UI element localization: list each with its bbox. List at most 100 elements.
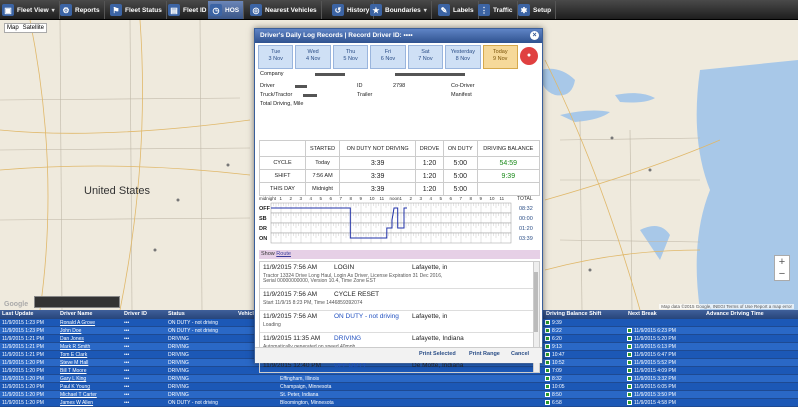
map-type-map[interactable]: Map bbox=[7, 25, 19, 31]
col-driver-name[interactable]: Driver Name bbox=[60, 311, 92, 317]
cell-name[interactable]: Paul K Young bbox=[60, 384, 90, 390]
cell-time: 11/9/2015 1:20 PM bbox=[2, 376, 44, 382]
cell-name[interactable]: Dan Jones bbox=[60, 336, 84, 342]
table-row[interactable]: 11/9/2015 1:20 PM Paul K Young ••• DRIVING C… bbox=[0, 383, 798, 391]
cell-time: 11/9/2015 1:21 PM bbox=[2, 336, 44, 342]
cell-name[interactable]: Bill T Moore bbox=[60, 368, 87, 374]
toolbar-hos-button[interactable]: ◷ HOS bbox=[208, 1, 245, 19]
status-indicator-icon bbox=[545, 400, 550, 405]
toolbar-reports-button[interactable]: ⚙ Reports bbox=[58, 1, 105, 19]
cell-brk: 11/9/2015 4:09 PM bbox=[634, 368, 676, 374]
event-row[interactable]: 11/9/2015 7:56 AM CYCLE RESET Start 11/9/1… bbox=[260, 289, 539, 311]
event-row[interactable]: 11/9/2015 7:56 AM LOGIN Lafayette, in Tract… bbox=[260, 262, 539, 289]
company-label: Company bbox=[260, 71, 284, 77]
cell-name[interactable]: Tom E Clark bbox=[60, 352, 87, 358]
cell-name[interactable]: Steve M Hall bbox=[60, 360, 88, 366]
toolbar-fleet-status-button[interactable]: ⚑ Fleet Status bbox=[108, 1, 167, 19]
cell-bal: 7:09 bbox=[552, 368, 562, 374]
status-indicator-icon bbox=[545, 368, 550, 373]
cell-name[interactable]: Gary L King bbox=[60, 376, 86, 382]
cell-bal: 6:58 bbox=[552, 400, 562, 406]
summary-row: SHIFT 7:56 AM 3:39 1:20 5:00 9:39 bbox=[259, 169, 541, 183]
log-hour-label: 1 bbox=[400, 196, 403, 201]
log-row-label: ON bbox=[259, 236, 267, 242]
table-row[interactable]: 11/9/2015 1:20 PM Michael T Carter ••• DRIV… bbox=[0, 391, 798, 399]
log-hour-label: 7 bbox=[340, 196, 343, 201]
col-next-break[interactable]: Next Break bbox=[628, 311, 657, 317]
col-advance-driving[interactable]: Advance Driving Time bbox=[706, 311, 764, 317]
cell-time: 11/9/2015 1:21 PM bbox=[2, 352, 44, 358]
map-attribution[interactable]: Map data ©2015 Google, INEGI Terms of Us… bbox=[659, 304, 794, 309]
wrench-icon: ✱ bbox=[518, 4, 530, 16]
route-link[interactable]: Route bbox=[276, 251, 291, 257]
day-tab[interactable]: Thu 5 Nov bbox=[332, 45, 369, 69]
map-type-satellite[interactable]: Satellite bbox=[23, 25, 44, 31]
event-row[interactable]: 11/9/2015 7:56 AM ON DUTY - not driving La… bbox=[260, 311, 539, 333]
map-zoom-control[interactable]: + − bbox=[774, 255, 790, 281]
cell-brk: 11/9/2015 6:47 PM bbox=[634, 352, 676, 358]
table-row[interactable]: 11/9/2015 1:20 PM Gary L King ••• DRIVING Ef… bbox=[0, 375, 798, 383]
toolbar-fleet-view-button[interactable]: ▣ Fleet View ▾ bbox=[0, 1, 60, 19]
label-icon: ✎ bbox=[438, 4, 450, 16]
toolbar-label: Fleet View bbox=[17, 6, 49, 14]
cell-id: ••• bbox=[124, 336, 130, 342]
status-indicator-icon bbox=[627, 376, 632, 381]
day-tab[interactable]: Tue 3 Nov bbox=[258, 45, 294, 69]
map-type-selector[interactable]: Map Satellite bbox=[4, 23, 48, 33]
cell-name[interactable]: John Doe bbox=[60, 328, 81, 334]
cell-name[interactable]: James W Allen bbox=[60, 400, 93, 406]
target-icon: ◎ bbox=[250, 4, 262, 16]
print-range-button[interactable]: Print Range bbox=[469, 351, 500, 361]
truck-label: Truck/Tractor bbox=[260, 92, 293, 98]
toolbar-setup-button[interactable]: ✱ Setup bbox=[516, 1, 557, 19]
toolbar-traffic-button[interactable]: ⋮ Traffic bbox=[476, 1, 518, 19]
cell-id: ••• bbox=[124, 352, 130, 358]
col-last-update[interactable]: Last Update bbox=[2, 311, 33, 317]
day-tab-weekday: Today bbox=[492, 49, 508, 55]
zoom-in-icon[interactable]: + bbox=[779, 256, 785, 268]
cell-status: ON DUTY - not driving bbox=[168, 400, 218, 406]
chevron-down-icon[interactable]: ▾ bbox=[52, 7, 55, 14]
day-tab[interactable]: Wed 4 Nov bbox=[295, 45, 331, 69]
col-driver-id[interactable]: Driver ID bbox=[124, 311, 147, 317]
event-type: OFF DUTY bbox=[334, 362, 367, 369]
toolbar-label: Setup bbox=[533, 6, 552, 14]
dialog-title-text: Driver's Daily Log Records | Record Driv… bbox=[260, 32, 413, 39]
log-hour-label: 2 bbox=[410, 196, 413, 201]
cell-id: ••• bbox=[124, 392, 130, 398]
toolbar-labels-button[interactable]: ✎ Labels bbox=[436, 1, 479, 19]
zoom-out-icon[interactable]: − bbox=[779, 268, 785, 280]
cell-status: DRIVING bbox=[168, 336, 189, 342]
day-tab-date: 7 Nov bbox=[418, 56, 433, 62]
day-tab[interactable]: Sat 7 Nov bbox=[407, 45, 444, 69]
event-detail: Loading bbox=[263, 322, 281, 328]
cell-time: 11/9/2015 1:20 PM bbox=[2, 360, 44, 366]
summary-cell-balance: 54:59 bbox=[476, 156, 541, 170]
event-scroll-thumb[interactable] bbox=[534, 272, 538, 332]
day-tab[interactable]: Today 9 Nov bbox=[482, 45, 518, 69]
cell-brk: 11/9/2015 6:23 PM bbox=[634, 328, 676, 334]
day-tab-date: 9 Nov bbox=[493, 56, 508, 62]
col-driving-balance[interactable]: Driving Balance Shift bbox=[546, 311, 601, 317]
toolbar-fleet-id-button[interactable]: ▤ Fleet ID bbox=[166, 1, 212, 19]
col-status[interactable]: Status bbox=[168, 311, 185, 317]
toolbar-nearest-vehicles-button[interactable]: ◎ Nearest Vehicles bbox=[248, 1, 322, 19]
cell-name[interactable]: Michael T Carter bbox=[60, 392, 97, 398]
table-row[interactable]: 11/9/2015 1:20 PM James W Allen ••• ON DUTY… bbox=[0, 399, 798, 407]
day-tab[interactable]: Fri 6 Nov bbox=[370, 45, 406, 69]
close-icon[interactable]: × bbox=[530, 31, 539, 40]
map-search-box[interactable] bbox=[34, 296, 120, 308]
log-hour-label: 10 bbox=[490, 196, 496, 201]
toolbar-boundaries-button[interactable]: ★ Boundaries ▾ bbox=[368, 1, 432, 19]
day-tab-date: 6 Nov bbox=[380, 56, 396, 62]
cell-name[interactable]: Mark R Smith bbox=[60, 344, 90, 350]
log-hour-label: 11 bbox=[380, 196, 385, 201]
day-tab[interactable]: Yesterday 8 Nov bbox=[445, 45, 481, 69]
cell-bal: 8:50 bbox=[552, 392, 562, 398]
day-tab-weekday: Fri bbox=[384, 49, 392, 55]
cancel-button[interactable]: Cancel bbox=[511, 351, 529, 361]
cell-name[interactable]: Ronald A Grove bbox=[60, 320, 95, 326]
chevron-down-icon[interactable]: ▾ bbox=[424, 7, 427, 14]
print-selected-button[interactable]: Print Selected bbox=[419, 351, 456, 361]
log-hour-label: 5 bbox=[320, 196, 323, 201]
